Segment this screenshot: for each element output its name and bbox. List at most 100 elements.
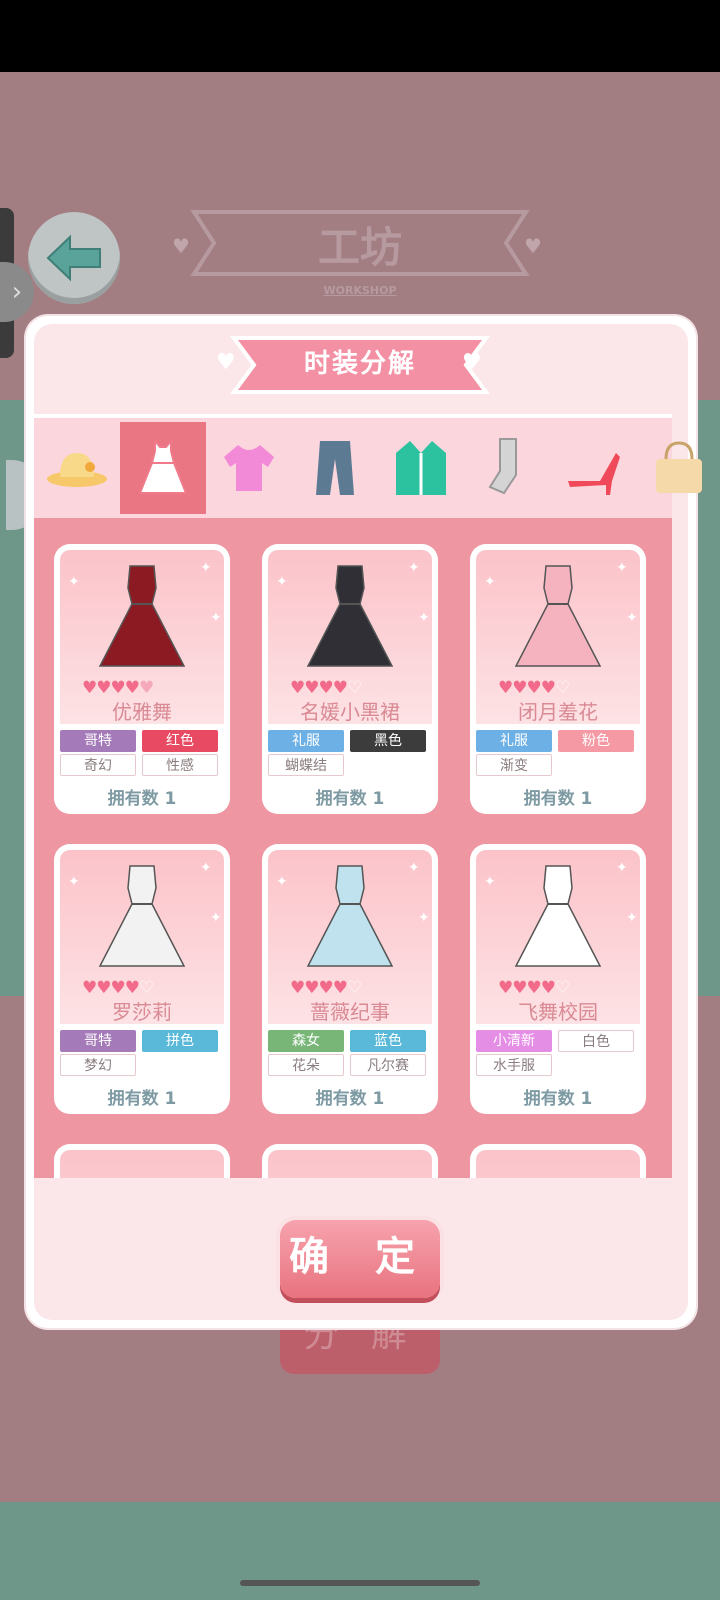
sparkle-icon: ✦ [200,560,212,576]
item-card[interactable]: ✦ ✦ ✦ ♥♥♥♥♥ 优雅舞 哥特 红色 奇幻 性感 拥有数 1 [54,544,230,814]
heart-filled-icon: ♥ [304,678,319,698]
owned-label: 拥有数 [315,789,373,809]
dress-image [98,565,186,667]
status-bar [0,0,720,72]
rating-hearts: ♥♥♥♥♡ [290,978,420,998]
owned-value: 1 [164,1089,177,1109]
owned-label: 拥有数 [107,1089,165,1109]
sparkle-icon: ✦ [68,574,80,590]
heart-icon: ♥ [172,234,190,258]
heart-filled-icon: ♥ [512,678,527,698]
heart-empty-icon: ♡ [347,678,362,698]
item-tag: 渐变 [476,754,552,776]
heart-filled-icon: ♥ [318,978,334,998]
item-tag: 粉色 [558,730,634,752]
item-tag: 奇幻 [60,754,136,776]
owned-count: 拥有数 1 [470,784,646,809]
item-name: 名媛小黑裙 [300,700,400,724]
sparkle-icon: ✦ [484,574,496,590]
heart-filled-icon: ♥ [526,978,542,998]
category-tabs [34,414,702,522]
confirm-button[interactable]: 确 定 [280,1220,440,1298]
owned-label: 拥有数 [523,789,581,809]
item-card[interactable]: ✦ ✦ ✦ ♥♥♥♥♡ 飞舞校园 小清新 白色 水手服 拥有数 1 [470,844,646,1114]
bag-icon [656,441,702,493]
item-card[interactable]: ✦ ✦ ✦ ♥♥♥♥♡ 蔷薇纪事 森女 蓝色 花朵 凡尔赛 拥有数 1 [262,844,438,1114]
item-name: 罗莎莉 [112,1000,172,1024]
sparkle-icon: ✦ [616,860,628,876]
tab-hat[interactable] [34,422,120,514]
item-name: 闭月羞花 [518,700,598,724]
item-name: 优雅舞 [112,700,172,724]
item-tag: 森女 [268,1030,344,1052]
heart-filled-icon: ♥ [124,978,140,998]
owned-value: 1 [372,1089,385,1109]
heart-filled-icon: ♥ [96,678,111,698]
heart-empty-icon: ♡ [555,678,570,698]
item-tag: 花朵 [268,1054,344,1076]
heart-filled-icon: ♥ [82,678,97,698]
sparkle-icon: ✦ [210,610,222,626]
heart-filled-icon: ♥ [512,978,527,998]
owned-count: 拥有数 1 [262,1084,438,1109]
sparkle-icon: ✦ [484,874,496,890]
owned-value: 1 [164,789,177,809]
sparkle-icon: ✦ [276,574,288,590]
heart-empty-icon: ♡ [555,978,570,998]
item-tag: 拼色 [142,1030,218,1052]
item-tag: 哥特 [60,730,136,752]
sparkle-icon: ✦ [200,860,212,876]
item-card[interactable] [262,1144,438,1178]
back-button[interactable] [28,212,120,304]
tab-socks[interactable] [464,422,550,514]
heart-filled-icon: ♥ [110,978,126,998]
heart-filled-icon: ♥ [96,978,111,998]
item-name: 蔷薇纪事 [310,1000,390,1024]
item-tag: 小清新 [476,1030,552,1052]
tab-dress[interactable] [120,422,206,514]
owned-label: 拥有数 [523,1089,581,1109]
tab-bag[interactable] [636,422,720,514]
dress-image [98,865,186,967]
item-card[interactable]: ✦ ✦ ✦ ♥♥♥♥♡ 名媛小黑裙 礼服 黑色 蝴蝶结 拥有数 1 [262,544,438,814]
heart-filled-icon: ♥ [290,978,305,998]
workshop-subtitle: WORKSHOP [323,284,397,297]
item-tag: 凡尔赛 [350,1054,426,1076]
sparkle-icon: ✦ [418,910,430,926]
heart-empty-icon: ♡ [139,978,154,998]
item-tag: 黑色 [350,730,426,752]
item-card[interactable] [470,1144,646,1178]
tab-coat[interactable] [378,422,464,514]
rating-hearts: ♥♥♥♥♡ [498,978,628,998]
rating-hearts: ♥♥♥♥♥ [82,678,212,698]
sparkle-icon: ✦ [408,860,420,876]
rating-hearts: ♥♥♥♥♡ [498,678,628,698]
tab-heels[interactable] [550,422,636,514]
heart-filled-icon: ♥ [318,678,334,698]
pants-icon [316,441,354,495]
dress-image [514,565,602,667]
owned-label: 拥有数 [107,789,165,809]
arrow-left-icon [46,234,101,282]
sparkle-icon: ✦ [616,560,628,576]
socks-icon [488,438,517,495]
tab-top[interactable] [206,422,292,514]
sparkle-icon: ✦ [626,910,638,926]
heart-filled-icon: ♥ [498,978,513,998]
sparkle-icon: ✦ [626,610,638,626]
home-indicator [240,1580,480,1586]
heart-filled-icon: ♥ [332,978,348,998]
heart-filled-icon: ♥ [124,678,140,698]
item-tag: 性感 [142,754,218,776]
item-card[interactable]: ✦ ✦ ✦ ♥♥♥♥♡ 闭月羞花 礼服 粉色 渐变 拥有数 1 [470,544,646,814]
item-tag: 水手服 [476,1054,552,1076]
tab-pants[interactable] [292,422,378,514]
item-tag: 礼服 [476,730,552,752]
item-name: 飞舞校园 [518,1000,598,1024]
heart-filled-icon: ♥ [332,678,348,698]
item-card[interactable] [54,1144,230,1178]
item-tag: 梦幻 [60,1054,136,1076]
item-card[interactable]: ✦ ✦ ✦ ♥♥♥♥♡ 罗莎莉 哥特 拼色 梦幻 拥有数 1 [54,844,230,1114]
owned-count: 拥有数 1 [470,1084,646,1109]
sparkle-icon: ✦ [408,560,420,576]
